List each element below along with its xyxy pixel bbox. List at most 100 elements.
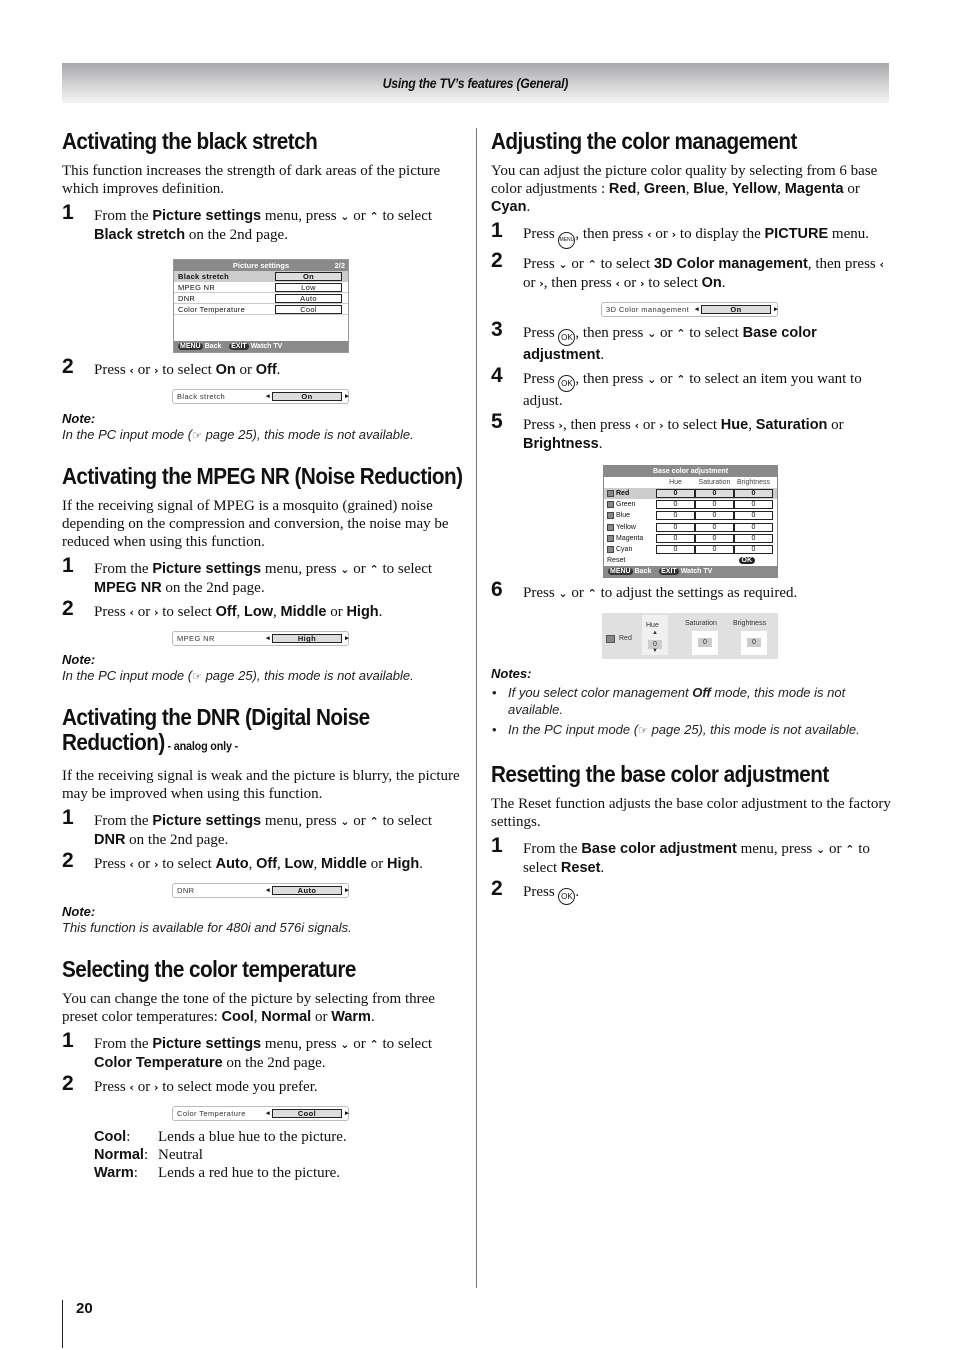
text: or: [133, 362, 154, 378]
color-row[interactable]: Cyan 0 0 0: [604, 544, 777, 555]
text: to select: [378, 1036, 433, 1052]
bold-term: Color Temperature: [94, 1055, 223, 1071]
ok-button-icon: OK: [558, 888, 576, 906]
bold-term: MPEG NR: [94, 580, 162, 596]
bold-term: Black stretch: [94, 227, 186, 243]
color-swatch: [607, 501, 614, 509]
color-swatch: [607, 534, 614, 542]
hue-column[interactable]: Hue ▲ 0 ▼: [642, 615, 668, 656]
note-text: In the PC input mode (☞ page 25), this m…: [62, 667, 462, 685]
down-arrow-icon: ⌄: [816, 843, 826, 857]
bold-term: PICTURE: [764, 226, 829, 242]
footer-back: Back: [204, 343, 222, 350]
text: or: [349, 208, 370, 224]
option: Off: [215, 604, 237, 620]
term: Normal:: [94, 1147, 149, 1163]
value-cell[interactable]: 0: [656, 545, 695, 555]
text: to adjust the settings as required.: [596, 585, 798, 602]
header-title: Using the TV’s features (General): [382, 75, 569, 91]
text: menu, press: [261, 1036, 341, 1052]
note-item: In the PC input mode (☞ page 25), this m…: [491, 721, 891, 739]
value-cell[interactable]: 0: [695, 511, 734, 521]
value-cell[interactable]: 0: [656, 489, 695, 499]
value-cell[interactable]: 0: [695, 489, 734, 499]
note-item: If you select color management Off mode,…: [491, 684, 891, 718]
color-name-text: Yellow: [616, 523, 636, 531]
value-cell[interactable]: 0: [734, 545, 773, 555]
text: or: [656, 371, 677, 387]
color-term: Magenta: [784, 181, 844, 197]
value-cell[interactable]: 0: [656, 522, 695, 532]
section-dnr: Activating the DNR (Digital Noise Reduct…: [62, 705, 462, 936]
text: to display the: [676, 226, 765, 242]
menu-row[interactable]: Color Temperature Cool: [174, 304, 348, 315]
bold-term: On: [701, 275, 722, 291]
up-arrow-icon: ⌃: [369, 563, 379, 576]
brightness-column[interactable]: 0: [741, 631, 767, 656]
section-black-stretch: Activating the black stretch This functi…: [62, 128, 462, 444]
down-arrow-icon: ⌄: [647, 327, 657, 340]
step-number: 4: [491, 364, 503, 387]
text: page 25), this mode is not available.: [201, 668, 414, 683]
text: From the: [523, 841, 582, 858]
row-label: MPEG NR: [178, 282, 216, 292]
option: Middle: [321, 856, 367, 872]
value-cell[interactable]: 0: [695, 545, 734, 555]
definition: Lends a red hue to the picture.: [158, 1165, 341, 1181]
left-column: Activating the black stretch This functi…: [62, 128, 463, 1182]
text: menu, press: [261, 813, 341, 829]
value-cell[interactable]: 0: [734, 511, 773, 521]
section-intro: The Reset function adjusts the base colo…: [491, 796, 891, 831]
section-reset: Resetting the base color adjustment The …: [491, 761, 891, 906]
reset-row[interactable]: Reset OK: [604, 555, 777, 566]
up-arrow-icon: ⌃: [369, 1038, 379, 1051]
section-title: Activating the MPEG NR (Noise Reduction): [62, 463, 463, 489]
definition-row: Warm: Lends a red hue to the picture.: [94, 1164, 462, 1182]
text: From the: [94, 561, 153, 577]
step-2: 2 Press ‹ or › to select Off, Low, Middl…: [62, 598, 462, 622]
value-cell[interactable]: 0: [734, 489, 773, 499]
option: Middle: [280, 604, 327, 620]
step-number: 1: [62, 201, 74, 224]
value-cell[interactable]: 0: [695, 533, 734, 543]
text: In the PC input mode (: [508, 722, 639, 738]
definition-row: Cool: Lends a blue hue to the picture.: [94, 1128, 462, 1146]
color-row[interactable]: Yellow 0 0 0: [604, 522, 777, 533]
value-cell[interactable]: 0: [656, 533, 695, 543]
bold-term: Off: [692, 685, 711, 701]
text: menu, press: [261, 561, 341, 577]
hand-pointer-icon: ☞: [192, 670, 202, 683]
value-cell[interactable]: 0: [734, 500, 773, 510]
value-cell[interactable]: 0: [656, 500, 695, 510]
text: page 25), this mode is not available.: [201, 427, 414, 442]
menu-row[interactable]: DNR Auto: [174, 293, 348, 304]
menu-footer: MENU Back EXIT Watch TV: [174, 341, 348, 352]
section-intro: You can adjust the picture color quality…: [491, 163, 878, 215]
value-cell[interactable]: 0: [734, 533, 773, 543]
color-row[interactable]: Blue 0 0 0: [604, 510, 777, 521]
value-cell[interactable]: 0: [734, 522, 773, 532]
section-title: Selecting the color temperature: [62, 956, 356, 982]
color-row[interactable]: Red 0 0 0: [604, 488, 777, 500]
menu-row[interactable]: MPEG NR Low: [174, 282, 348, 293]
color-row[interactable]: Green 0 0 0: [604, 499, 777, 510]
value-cell[interactable]: 0: [695, 500, 734, 510]
text: .: [721, 275, 726, 291]
text: ,: [248, 856, 257, 872]
black-stretch-bar: Black stretch On: [172, 389, 349, 404]
bar-value: Auto: [266, 886, 349, 895]
footer-exit: Watch TV: [680, 568, 713, 576]
notes-title: Notes:: [491, 666, 532, 682]
text: or: [651, 226, 672, 242]
text: In the PC input mode (: [62, 668, 193, 683]
text: Press: [523, 371, 559, 387]
value-cell[interactable]: 0: [656, 511, 695, 521]
color-label: Red: [619, 635, 632, 643]
menu-row[interactable]: Black stretch On: [174, 271, 348, 282]
option: Normal: [261, 1009, 312, 1025]
color-name: Green: [604, 501, 656, 509]
value-cell[interactable]: 0: [695, 522, 734, 532]
saturation-column[interactable]: 0: [692, 631, 718, 656]
text: to select mode you prefer.: [158, 1079, 318, 1095]
color-row[interactable]: Magenta 0 0 0: [604, 533, 777, 544]
